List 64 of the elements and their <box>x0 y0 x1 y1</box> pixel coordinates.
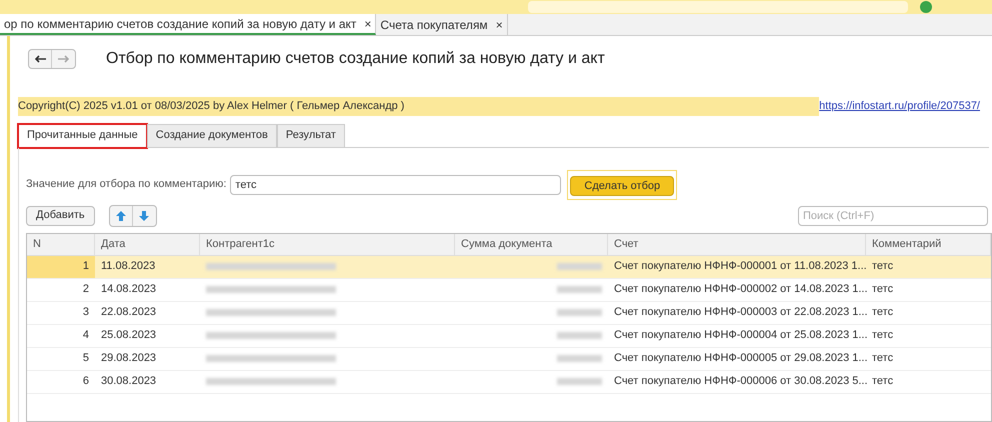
invoice-cell-text: Счет покупателю НФНФ-000001 от 11.08.2023 1... <box>614 259 867 274</box>
column-header[interactable]: Контрагент1с <box>200 234 455 254</box>
copyright-text: Copyright(C) 2025 v1.01 от 08/03/2025 by Alex Helmer ( Гельмер Александр ) <box>18 97 820 116</box>
row-number: 2 <box>82 282 89 298</box>
date-cell-text: 11.08.2023 <box>101 259 156 274</box>
tab-title: ор по комментарию счетов создание копий за новую дату и акт <box>4 16 356 32</box>
row-number: 5 <box>82 351 89 366</box>
profile-link[interactable]: https://infostart.ru/profile/207537/ <box>819 98 980 114</box>
redacted-text <box>557 309 602 316</box>
column-header[interactable]: Комментарий <box>866 234 991 254</box>
date-cell-text: 30.08.2023 <box>101 374 156 390</box>
apply-filter-button[interactable]: Сделать отбор <box>570 176 674 196</box>
table-row[interactable]: 6 30.08.2023 Счет покупателю НФНФ-000006 от 30.08.2023 5... тетс <box>27 370 991 394</box>
comment-cell-text: тетс <box>872 351 894 366</box>
row-number: 6 <box>82 374 89 390</box>
back-arrow-icon <box>34 55 46 63</box>
forward-arrow-icon <box>58 55 69 63</box>
date-cell-text: 22.08.2023 <box>101 305 156 320</box>
form-tab[interactable]: Прочитанные данные <box>18 124 147 148</box>
comment-cell-text: тетс <box>872 328 894 344</box>
add-button[interactable]: Добавить <box>26 206 95 226</box>
table-row[interactable]: 1 11.08.2023 Счет покупателю НФНФ-000001 от 11.08.2023 1... тетс <box>27 256 991 278</box>
redacted-text <box>557 332 602 339</box>
date-cell-text: 25.08.2023 <box>101 328 156 344</box>
table-row[interactable]: 3 22.08.2023 Счет покупателю НФНФ-000003 от 22.08.2023 1... тетс <box>27 302 991 324</box>
row-number: 4 <box>82 328 89 344</box>
comment-cell-text: тетс <box>872 374 894 390</box>
date-cell-text: 29.08.2023 <box>101 351 156 366</box>
invoice-cell-text: Счет покупателю НФНФ-000006 от 30.08.2023 5... <box>614 374 868 390</box>
table-row[interactable]: 5 29.08.2023 Счет покупателю НФНФ-000005 от 29.08.2023 1... тетс <box>27 348 991 370</box>
search-field[interactable] <box>528 1 908 13</box>
column-header[interactable]: N <box>27 234 95 254</box>
tab-title: Счета покупателям <box>380 16 488 34</box>
close-icon[interactable]: × <box>496 16 503 34</box>
column-header[interactable]: Сумма документа <box>455 234 608 254</box>
invoice-cell-text: Счет покупателю НФНФ-000004 от 25.08.2023 1... <box>614 328 868 344</box>
comment-cell-text: тетс <box>872 259 894 274</box>
table-row[interactable]: 4 25.08.2023 Счет покупателю НФНФ-000004 от 25.08.2023 1... тетс <box>27 324 991 348</box>
column-header[interactable]: Счет <box>608 234 866 254</box>
close-icon[interactable]: × <box>364 14 372 32</box>
redacted-text <box>557 263 602 270</box>
form-tab[interactable]: Результат <box>276 124 345 148</box>
redacted-text <box>557 286 602 293</box>
filter-label: Значение для отбора по комментарию: <box>26 177 226 192</box>
table-row[interactable]: 2 14.08.2023 Счет покупателю НФНФ-000002 от 14.08.2023 1... тетс <box>27 278 991 302</box>
invoice-cell-text: Счет покупателю НФНФ-000005 от 29.08.2023 1... <box>614 351 868 366</box>
filter-field[interactable]: тетс <box>230 174 562 194</box>
row-number: 3 <box>82 305 89 320</box>
comment-cell-text: тетс <box>872 282 894 298</box>
form-tab[interactable]: Создание документов <box>146 124 277 148</box>
search-field[interactable]: Поиск (Ctrl+F) <box>798 206 988 226</box>
form-title: Отбор по комментарию счетов создание копий за новую дату и акт <box>106 49 605 69</box>
column-header[interactable]: Дата <box>95 234 200 254</box>
invoice-cell-text: Счет покупателю НФНФ-000002 от 14.08.2023 1... <box>614 282 868 298</box>
window-tab[interactable]: ор по комментарию счетов создание копий за новую дату и акт × <box>0 14 376 35</box>
comment-cell-text: тетс <box>872 305 894 320</box>
down-arrow-icon <box>139 210 150 220</box>
redacted-text <box>557 355 602 362</box>
date-cell-text: 14.08.2023 <box>101 282 156 298</box>
redacted-text <box>557 378 602 385</box>
status-icon <box>920 1 932 13</box>
up-arrow-icon <box>116 210 126 220</box>
row-number: 1 <box>82 259 89 274</box>
invoice-cell-text: Счет покупателю НФНФ-000003 от 22.08.2023 1... <box>614 305 868 320</box>
